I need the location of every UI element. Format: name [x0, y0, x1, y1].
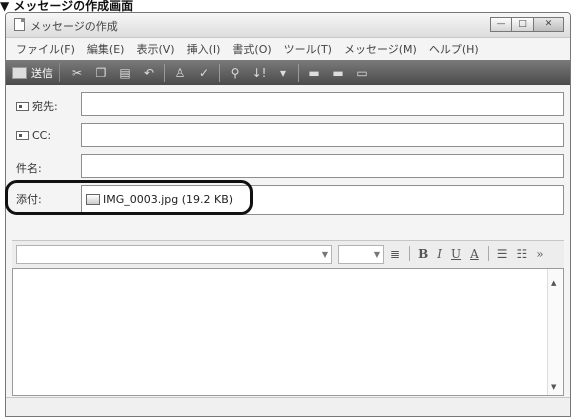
more-icon[interactable]: »	[536, 247, 543, 261]
cc-field[interactable]	[81, 123, 564, 147]
menu-file[interactable]: ファイル(F)	[10, 41, 81, 57]
offline-icon[interactable]: ▭	[353, 64, 371, 82]
to-field[interactable]	[81, 92, 564, 116]
send-button[interactable]: 送信	[12, 63, 60, 82]
menu-message[interactable]: メッセージ(M)	[338, 41, 423, 57]
cut-icon[interactable]: ✂	[68, 64, 86, 82]
priority-dropdown-icon[interactable]: ▾	[274, 64, 292, 82]
send-icon	[12, 66, 27, 79]
font-size-select[interactable]: ▼	[338, 245, 384, 264]
cc-label[interactable]: CC:	[16, 129, 51, 142]
document-icon	[14, 18, 25, 31]
to-row: 宛先:	[6, 91, 570, 118]
italic-button[interactable]: I	[437, 247, 442, 261]
bold-button[interactable]: B	[418, 247, 428, 261]
maximize-button[interactable]: □	[512, 17, 534, 32]
check-names-icon[interactable]: ♙	[171, 64, 189, 82]
address-book-icon	[16, 101, 29, 111]
cc-row: CC:	[6, 122, 570, 149]
attachment-highlight	[5, 180, 253, 215]
scroll-down-icon[interactable]: ▼	[551, 383, 556, 391]
spelling-icon[interactable]: ✓	[195, 64, 213, 82]
menu-insert[interactable]: 挿入(I)	[181, 41, 227, 57]
scroll-up-icon[interactable]: ▲	[551, 279, 556, 287]
menu-edit[interactable]: 編集(E)	[81, 41, 131, 57]
copy-icon[interactable]: ❐	[92, 64, 110, 82]
font-color-button[interactable]: A	[470, 247, 479, 261]
minimize-button[interactable]: —	[490, 17, 512, 32]
close-button[interactable]: ✕	[534, 17, 564, 32]
numbered-list-icon[interactable]: ☰	[497, 247, 508, 261]
font-select[interactable]: ▼	[16, 245, 332, 264]
underline-button[interactable]: U	[451, 247, 461, 261]
sign-icon[interactable]: ▬	[305, 64, 323, 82]
subject-label: 件名:	[16, 162, 42, 175]
priority-icon[interactable]: ↓!	[250, 64, 268, 82]
paragraph-style-icon[interactable]: ≣	[390, 247, 400, 261]
menu-view[interactable]: 表示(V)	[130, 41, 180, 57]
attach-icon[interactable]: ⚲	[226, 64, 244, 82]
menu-help[interactable]: ヘルプ(H)	[423, 41, 485, 57]
menu-tools[interactable]: ツール(T)	[278, 41, 338, 57]
to-label[interactable]: 宛先:	[16, 98, 58, 114]
window-title: メッセージの作成	[30, 20, 118, 33]
message-body[interactable]: ▲ ▼	[12, 268, 564, 396]
chevron-down-icon: ▼	[321, 250, 328, 259]
paste-icon[interactable]: ▤	[116, 64, 134, 82]
address-book-icon	[16, 131, 29, 140]
menu-format[interactable]: 書式(O)	[226, 41, 277, 57]
format-toolbar: ▼ ▼ ≣ B I U A ☰ ☷ »	[12, 240, 564, 269]
toolbar: 送信 ✂ ❐ ▤ ↶ ♙ ✓ ⚲ ↓! ▾ ▬ ▬ ▭	[6, 60, 570, 85]
vertical-scrollbar[interactable]: ▲ ▼	[547, 269, 563, 395]
menu-bar: ファイル(F) 編集(E) 表示(V) 挿入(I) 書式(O) ツール(T) メ…	[6, 38, 570, 60]
chevron-down-icon: ▼	[373, 250, 380, 259]
encrypt-icon[interactable]: ▬	[329, 64, 347, 82]
subject-field[interactable]	[81, 154, 564, 178]
status-bar	[6, 397, 570, 416]
bullet-list-icon[interactable]: ☷	[517, 247, 528, 261]
page-caption: ▼ メッセージの作成画面	[0, 0, 134, 12]
title-bar: メッセージの作成 — □ ✕	[6, 13, 570, 38]
send-label: 送信	[31, 66, 53, 80]
undo-icon[interactable]: ↶	[140, 64, 158, 82]
subject-row: 件名:	[6, 153, 570, 180]
